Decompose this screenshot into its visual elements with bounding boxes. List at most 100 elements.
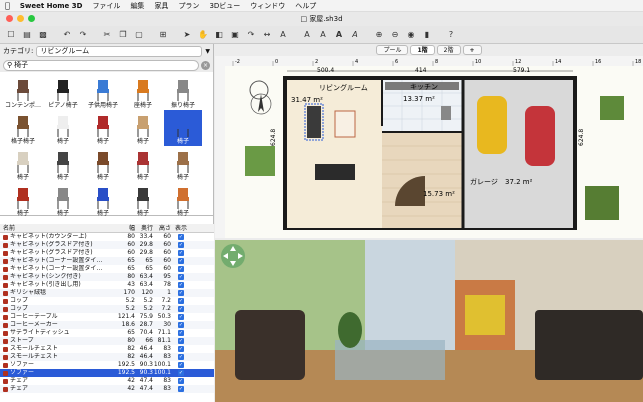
visible-checkbox[interactable]: ✓ <box>178 266 184 272</box>
table-row[interactable]: キャビネット(カウンター上) 80 33.4 60 ✓ <box>0 233 214 241</box>
catalog-item[interactable]: 椅子 <box>44 182 82 218</box>
tab-floor-1[interactable]: 1階 <box>410 45 435 55</box>
catalog-item[interactable]: 振り椅子 <box>164 74 202 110</box>
table-row[interactable]: キャビネット(グラスドア付き) 60 29.8 60 ✓ <box>0 249 214 257</box>
table-row[interactable]: ソファー 192.5 90.3 100.1 ✓ <box>0 369 214 377</box>
table-row[interactable]: キャビネット(引き出し用) 43 63.4 78 ✓ <box>0 281 214 289</box>
menu-plan[interactable]: プラン <box>178 1 199 11</box>
catalog-item[interactable]: 椅子 <box>124 110 162 146</box>
add-furniture-icon[interactable]: ⊞ <box>156 28 170 42</box>
catalog-item[interactable]: 椅子 <box>164 146 202 182</box>
header-height[interactable]: 高さ <box>153 224 171 232</box>
new-home-icon[interactable]: ☐ <box>4 28 18 42</box>
menu-app-name[interactable]: Sweet Home 3D <box>20 2 83 10</box>
sofa-plan[interactable] <box>307 106 321 138</box>
close-window-icon[interactable] <box>6 15 13 22</box>
visible-checkbox[interactable]: ✓ <box>178 322 184 328</box>
undo-icon[interactable]: ↶ <box>60 28 74 42</box>
create-rooms-icon[interactable]: ▣ <box>228 28 242 42</box>
visible-checkbox[interactable]: ✓ <box>178 338 184 344</box>
catalog-item[interactable]: 椅子 <box>84 146 122 182</box>
tab-floor-2[interactable]: 2階 <box>436 45 461 55</box>
create-walls-icon[interactable]: ◧ <box>212 28 226 42</box>
table-row[interactable]: キャビネット(シンク付き) 80 63.4 95 ✓ <box>0 273 214 281</box>
visible-checkbox[interactable]: ✓ <box>178 386 184 392</box>
search-input[interactable]: ⚲ 椅子 <box>3 59 199 71</box>
visible-checkbox[interactable]: ✓ <box>178 234 184 240</box>
apple-icon[interactable]:  <box>5 1 10 10</box>
visible-checkbox[interactable]: ✓ <box>178 282 184 288</box>
menu-window[interactable]: ウィンドウ <box>250 1 285 11</box>
visible-checkbox[interactable]: ✓ <box>178 354 184 360</box>
cut-icon[interactable]: ✂ <box>100 28 114 42</box>
zoom-in-icon[interactable]: ⊕ <box>372 28 386 42</box>
add-level-button[interactable]: + <box>462 45 482 55</box>
header-name[interactable]: 名前 <box>0 224 117 232</box>
create-video-icon[interactable]: ▮ <box>420 28 434 42</box>
clear-search-icon[interactable]: × <box>201 60 210 70</box>
visible-checkbox[interactable]: ✓ <box>178 250 184 256</box>
visible-checkbox[interactable]: ✓ <box>178 370 184 376</box>
redo-icon[interactable]: ↷ <box>76 28 90 42</box>
table-row[interactable]: スモールチェスト 82 46.4 83 ✓ <box>0 353 214 361</box>
visible-checkbox[interactable]: ✓ <box>178 362 184 368</box>
catalog-item[interactable]: 椅子 <box>124 146 162 182</box>
navigation-arrows-icon[interactable] <box>221 244 245 268</box>
plan-view[interactable]: -2 0 2 4 6 8 10 12 14 16 18 500.4 414 57… <box>215 56 643 238</box>
catalog-item[interactable]: 椅子 <box>4 146 42 182</box>
table-row[interactable]: チェア 42 47.4 83 ✓ <box>0 385 214 393</box>
menu-furniture[interactable]: 家具 <box>154 1 168 11</box>
catalog-item[interactable]: 座椅子 <box>124 74 162 110</box>
italic-text-icon[interactable]: A <box>348 28 362 42</box>
catalog-item[interactable]: 椅子 <box>164 110 202 146</box>
visible-checkbox[interactable]: ✓ <box>178 242 184 248</box>
catalog-item[interactable]: ピアノ椅子 <box>44 74 82 110</box>
open-icon[interactable]: ▤ <box>20 28 34 42</box>
tab-pool[interactable]: プール <box>376 45 409 55</box>
table-row[interactable]: チェア 42 47.4 83 ✓ <box>0 377 214 385</box>
catalog-item[interactable]: 椅子 <box>44 110 82 146</box>
create-photo-icon[interactable]: ◉ <box>404 28 418 42</box>
catalog-item[interactable]: 椅子 <box>44 146 82 182</box>
catalog-item[interactable]: 椅子 <box>164 182 202 218</box>
bold-text-icon[interactable]: A <box>332 28 346 42</box>
chevron-down-icon[interactable]: ▼ <box>205 48 210 55</box>
zoom-out-icon[interactable]: ⊖ <box>388 28 402 42</box>
zoom-window-icon[interactable] <box>28 15 35 22</box>
table-row[interactable]: ソファー 192.5 90.3 100.1 ✓ <box>0 361 214 369</box>
table-row[interactable]: キャビネット(グラスドア付き) 60 29.8 60 ✓ <box>0 241 214 249</box>
catalog-item[interactable]: 椅子 <box>84 110 122 146</box>
table-row[interactable]: コップ 5.2 5.2 7.2 ✓ <box>0 305 214 313</box>
header-visible[interactable]: 表示 <box>171 224 191 232</box>
3d-view[interactable] <box>215 240 643 402</box>
create-dimensions-icon[interactable]: ↔ <box>260 28 274 42</box>
help-icon[interactable]: ? <box>444 28 458 42</box>
pan-mode-icon[interactable]: ✋ <box>196 28 210 42</box>
visible-checkbox[interactable]: ✓ <box>178 258 184 264</box>
create-polylines-icon[interactable]: ↷ <box>244 28 258 42</box>
header-width[interactable]: 幅 <box>117 224 135 232</box>
category-select[interactable]: リビングルーム <box>36 45 203 57</box>
catalog-item[interactable]: 格子椅子 <box>4 110 42 146</box>
visible-checkbox[interactable]: ✓ <box>178 330 184 336</box>
catalog-item[interactable]: 椅子 <box>4 182 42 218</box>
increase-text-size-icon[interactable]: A <box>300 28 314 42</box>
decrease-text-size-icon[interactable]: A <box>316 28 330 42</box>
table-row[interactable]: コップ 5.2 5.2 7.2 ✓ <box>0 297 214 305</box>
visible-checkbox[interactable]: ✓ <box>178 306 184 312</box>
visible-checkbox[interactable]: ✓ <box>178 298 184 304</box>
catalog-item[interactable]: 椅子 <box>84 182 122 218</box>
header-depth[interactable]: 奥行 <box>135 224 153 232</box>
paste-icon[interactable]: ▢ <box>132 28 146 42</box>
create-labels-icon[interactable]: A <box>276 28 290 42</box>
visible-checkbox[interactable]: ✓ <box>178 378 184 384</box>
table-row[interactable]: コーヒーテーブル 121.4 75.9 50.3 ✓ <box>0 313 214 321</box>
table-row[interactable]: キャビネット(コーナー設置タイ… 65 65 60 ✓ <box>0 265 214 273</box>
minimize-window-icon[interactable] <box>17 15 24 22</box>
visible-checkbox[interactable]: ✓ <box>178 314 184 320</box>
visible-checkbox[interactable]: ✓ <box>178 274 184 280</box>
menu-edit[interactable]: 編集 <box>130 1 144 11</box>
menu-3dview[interactable]: 3Dビュー <box>209 1 240 11</box>
copy-icon[interactable]: ❐ <box>116 28 130 42</box>
visible-checkbox[interactable]: ✓ <box>178 290 184 296</box>
